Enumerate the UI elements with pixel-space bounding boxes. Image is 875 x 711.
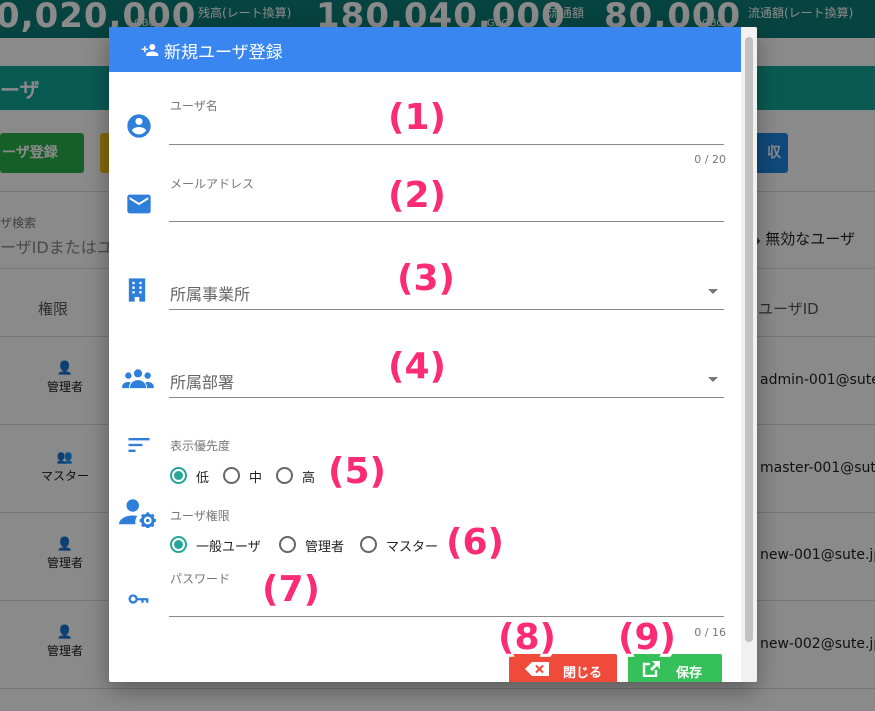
radio-label: 高	[302, 471, 316, 486]
radio-circle	[360, 536, 377, 553]
radio-circle	[276, 467, 293, 484]
save-button-label: 保存	[676, 666, 703, 681]
radio-label: 中	[249, 471, 263, 486]
radio-circle	[279, 536, 296, 553]
dialog-header: 新規ユーザ登録	[109, 27, 741, 72]
save-button[interactable]: 保存	[628, 654, 722, 682]
dialog-title: 新規ユーザ登録	[164, 43, 283, 63]
manage-accounts-icon	[119, 498, 159, 528]
sort-icon	[125, 431, 153, 459]
callout-4: (4)	[388, 346, 446, 387]
username-input[interactable]	[169, 115, 724, 141]
role-label: ユーザ権限	[170, 509, 230, 523]
department-placeholder: 所属部署	[170, 373, 235, 392]
email-label: メールアドレス	[170, 177, 255, 191]
callout-3: (3)	[397, 258, 455, 299]
business-icon	[123, 276, 151, 304]
username-counter: 0 / 20	[694, 153, 726, 166]
department-select[interactable]: 所属部署	[169, 365, 724, 395]
share-icon	[642, 661, 660, 678]
callout-7: (7)	[262, 569, 320, 610]
dropdown-arrow-icon	[708, 377, 718, 382]
office-placeholder: 所属事業所	[170, 285, 251, 304]
mail-icon	[125, 190, 153, 218]
radio-label: 管理者	[305, 540, 345, 555]
close-button[interactable]: 閉じる	[509, 654, 617, 682]
office-underline	[169, 309, 724, 310]
callout-5: (5)	[328, 451, 386, 492]
person-add-icon	[141, 41, 159, 59]
close-button-label: 閉じる	[563, 666, 603, 681]
radio-label: 一般ユーザ	[196, 540, 261, 555]
callout-8: (8)	[498, 617, 556, 658]
radio-circle	[223, 467, 240, 484]
backspace-icon	[525, 662, 549, 676]
groups-icon	[121, 365, 155, 393]
callout-6: (6)	[446, 522, 504, 563]
password-counter: 0 / 16	[694, 626, 726, 639]
password-label: パスワード	[170, 572, 231, 586]
radio-circle	[170, 467, 187, 484]
radio-label: マスター	[386, 540, 439, 555]
dialog-scrollbar[interactable]	[741, 27, 757, 682]
account-circle-icon	[125, 112, 153, 140]
password-input[interactable]	[169, 588, 724, 614]
department-underline	[169, 397, 724, 398]
email-underline	[169, 221, 724, 222]
email-input[interactable]	[169, 193, 724, 219]
dropdown-arrow-icon	[708, 289, 718, 294]
username-underline	[169, 144, 724, 145]
radio-label: 低	[196, 471, 210, 486]
scrollbar-thumb[interactable]	[745, 37, 753, 642]
radio-circle	[170, 536, 187, 553]
callout-2: (2)	[388, 175, 446, 216]
priority-label: 表示優先度	[170, 439, 231, 453]
callout-1: (1)	[388, 97, 446, 138]
username-label: ユーザ名	[170, 99, 218, 113]
key-icon	[125, 585, 153, 613]
callout-9: (9)	[618, 617, 676, 658]
